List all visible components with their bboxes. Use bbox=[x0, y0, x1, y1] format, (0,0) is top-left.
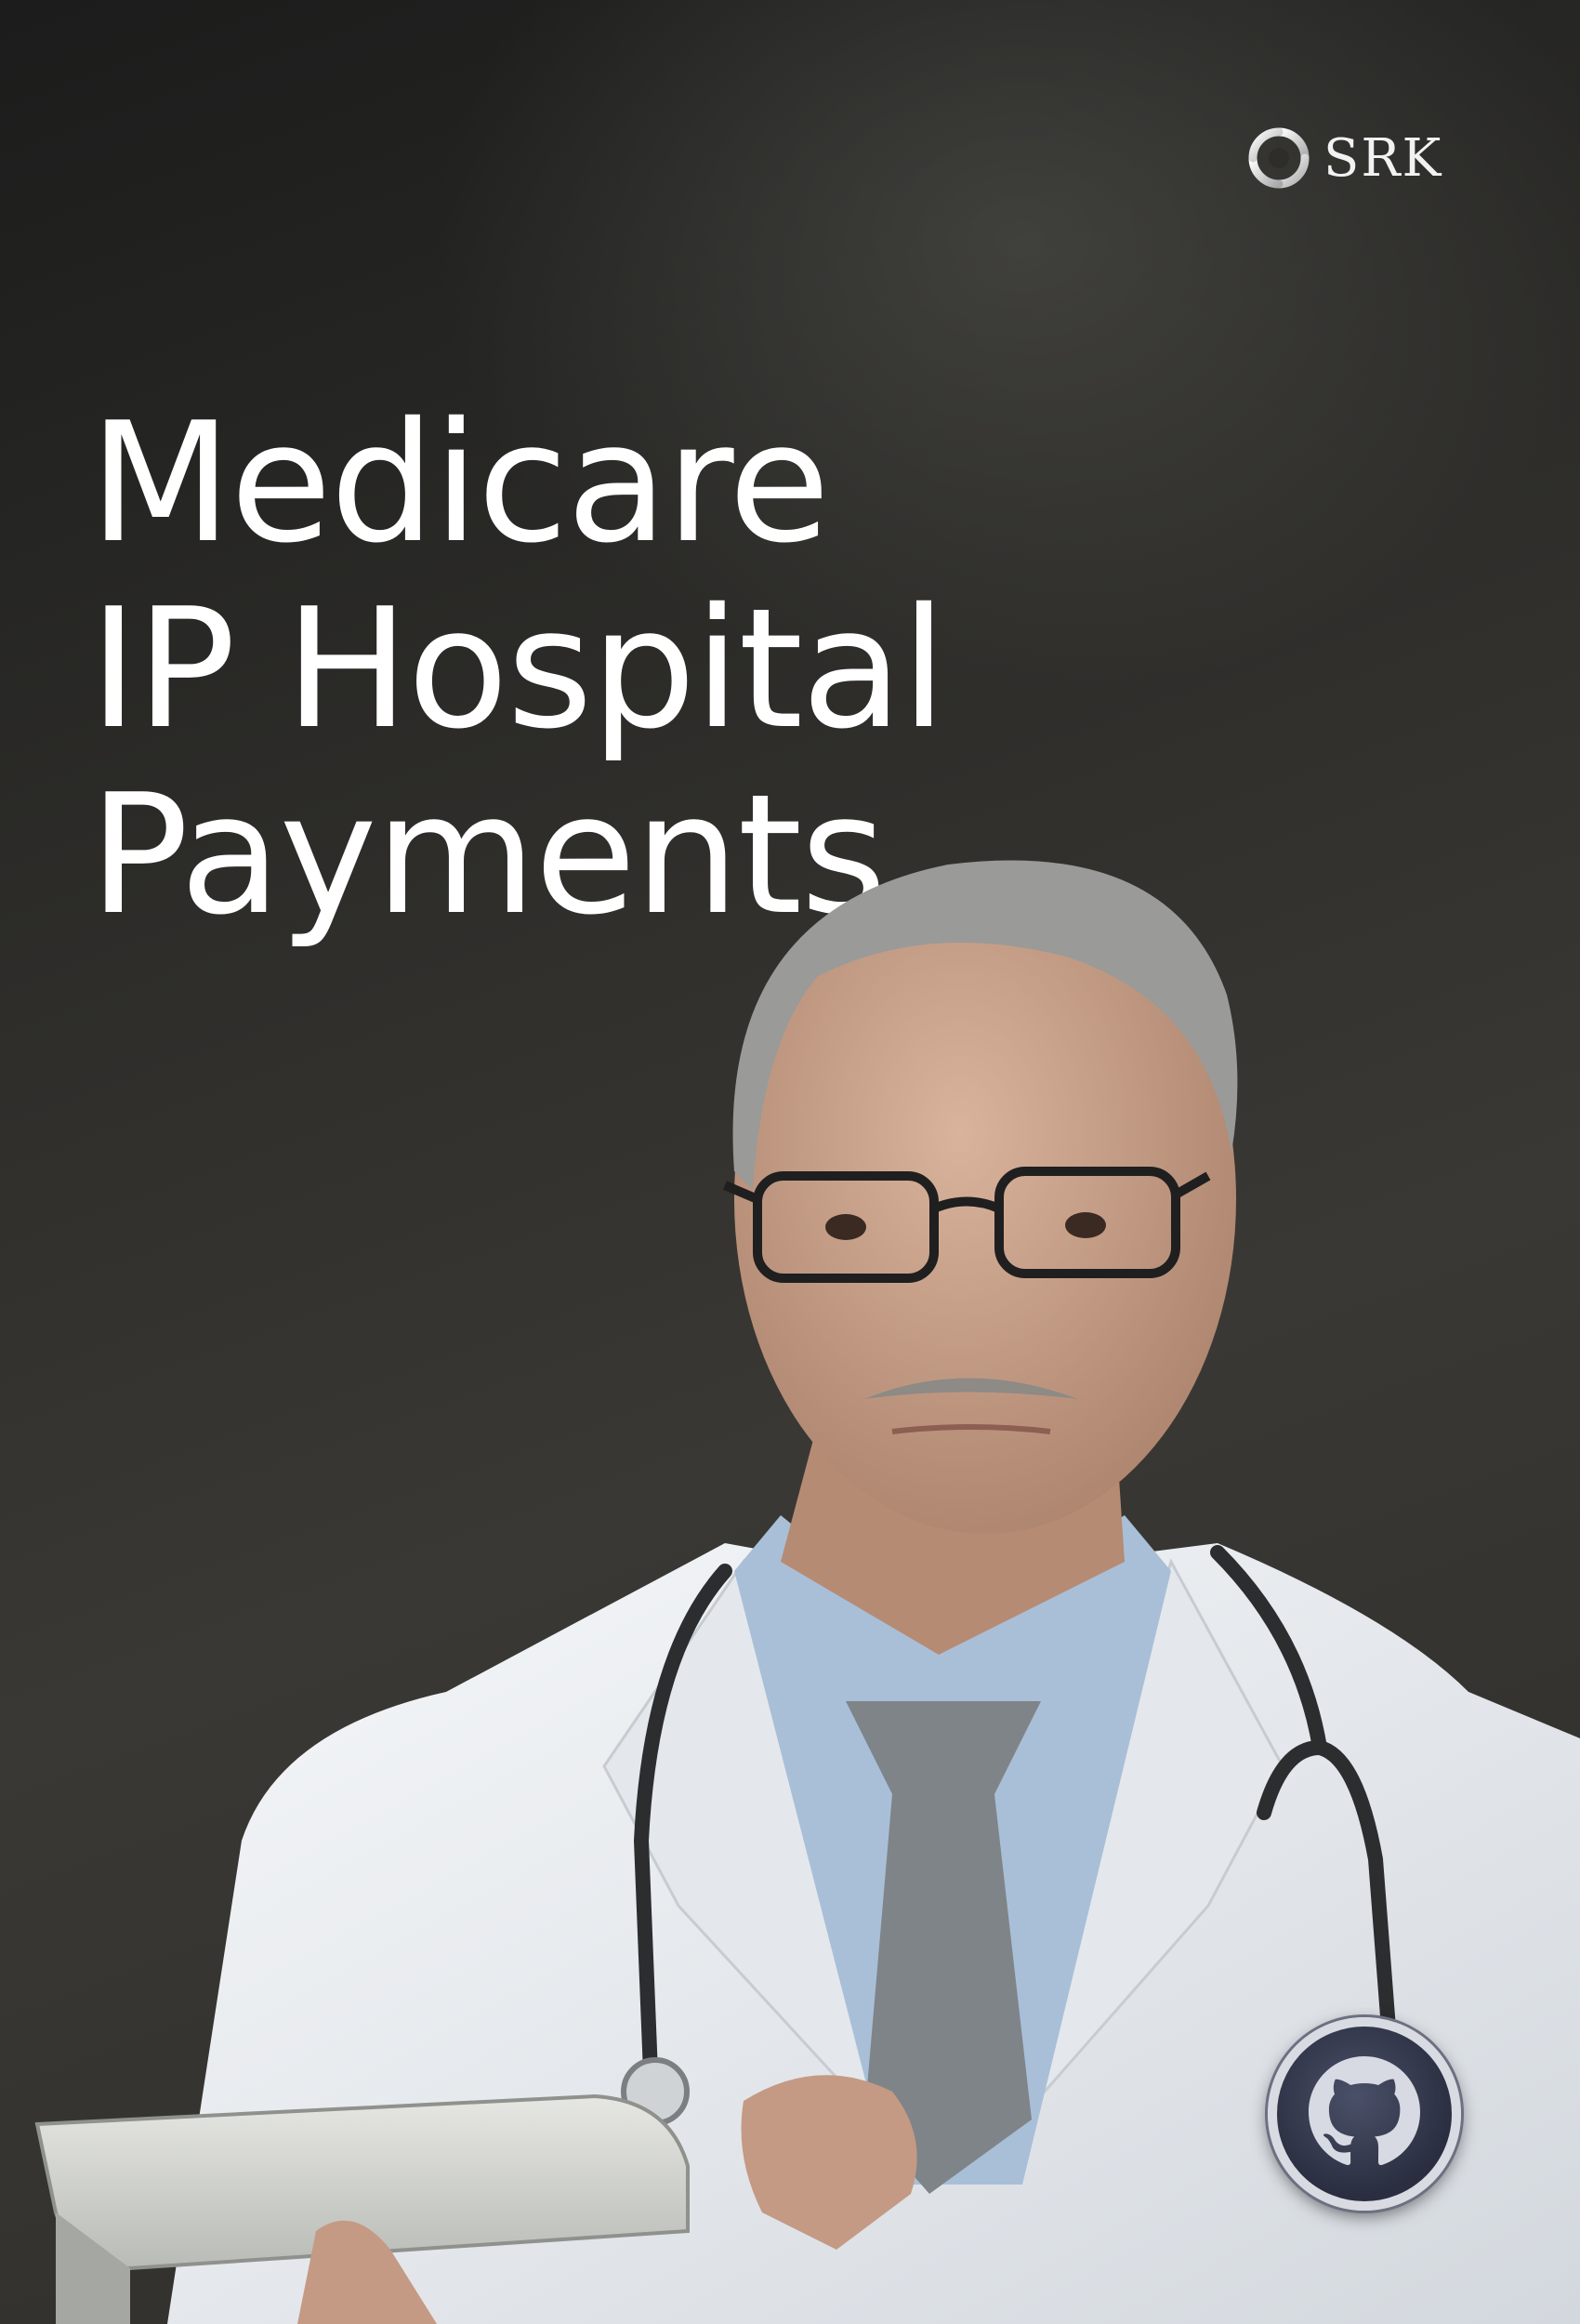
doctor-head bbox=[723, 860, 1238, 1534]
doctor-illustration bbox=[34, 860, 1580, 2324]
poster: SRK Medicare IP Hospital Payments bbox=[0, 0, 1580, 2324]
github-badge[interactable] bbox=[1268, 2017, 1461, 2211]
github-icon bbox=[1309, 2056, 1420, 2172]
